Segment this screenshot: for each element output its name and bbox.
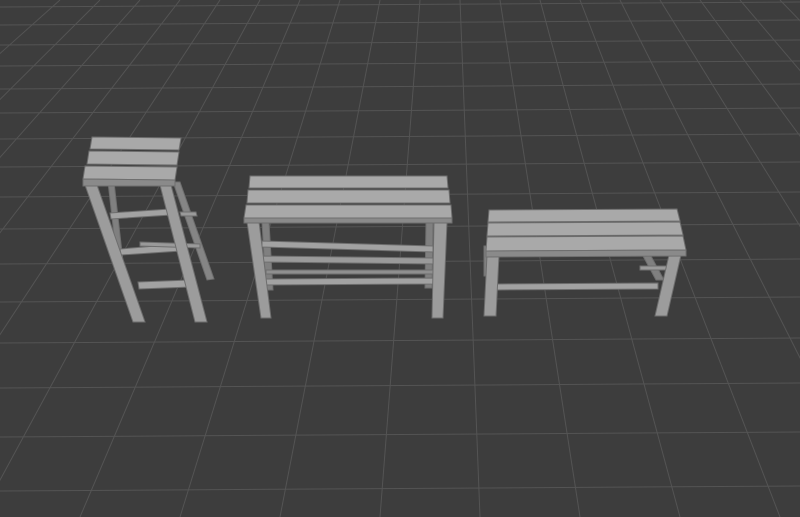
stool-rung-side[interactable] xyxy=(179,211,198,217)
bench-top-slat[interactable] xyxy=(486,221,684,237)
viewport-canvas[interactable] xyxy=(0,0,800,517)
table-top-slat[interactable] xyxy=(243,204,453,219)
bench-top-slat[interactable] xyxy=(485,235,687,252)
3d-viewport[interactable] xyxy=(0,0,800,517)
table-lower-rail-back[interactable] xyxy=(265,269,434,275)
table-top-edge[interactable] xyxy=(243,217,453,224)
bench-top-slat[interactable] xyxy=(487,208,681,223)
bench-side-rail[interactable] xyxy=(639,265,669,271)
stool-seat-slat[interactable] xyxy=(86,150,180,166)
table-lower-rail[interactable] xyxy=(265,277,434,286)
bench-front-leg-left[interactable] xyxy=(483,254,500,317)
bench-top-edge[interactable] xyxy=(485,249,687,258)
table-top-slat[interactable] xyxy=(248,175,449,189)
bench-lower-rail[interactable] xyxy=(496,282,659,291)
stool-seat-slat[interactable] xyxy=(89,136,182,151)
stool-rung[interactable] xyxy=(137,279,192,290)
stool-seat-edge[interactable] xyxy=(82,178,176,187)
table-upper-rail-back[interactable] xyxy=(261,255,434,265)
stool-seat-slat[interactable] xyxy=(82,165,178,181)
table-top-slat[interactable] xyxy=(246,189,451,204)
